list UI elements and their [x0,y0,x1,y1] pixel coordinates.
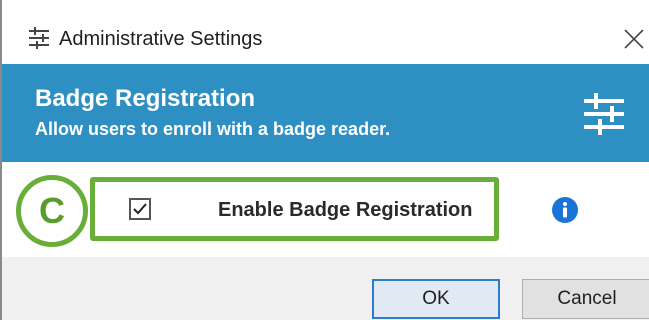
settings-sliders-icon [28,27,50,49]
close-icon [624,29,644,49]
settings-sliders-icon [582,92,626,136]
callout-marker: C [16,175,88,247]
ok-button[interactable]: OK [372,279,500,319]
enable-badge-registration-checkbox[interactable] [129,198,151,220]
close-button[interactable] [617,22,649,56]
info-icon[interactable] [551,196,579,224]
checkmark-icon [133,203,147,215]
cancel-button[interactable]: Cancel [522,279,649,319]
setting-label: Enable Badge Registration [218,199,473,221]
header-title: Badge Registration [35,85,256,112]
title-bar: Administrative Settings [2,0,649,64]
dialog-window: Administrative Settings Badge Registrati… [0,0,649,320]
header-subtitle: Allow users to enroll with a badge reade… [35,119,391,139]
callout-letter: C [39,190,65,231]
settings-header: Badge Registration Allow users to enroll… [2,64,649,162]
window-title: Administrative Settings [59,28,263,50]
